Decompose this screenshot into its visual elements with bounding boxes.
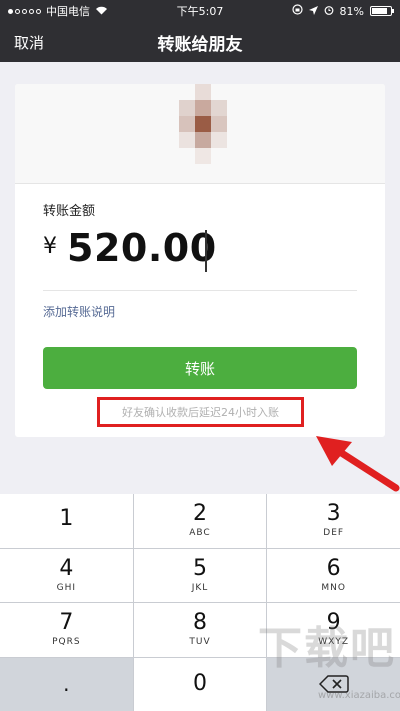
key-0[interactable]: 0 bbox=[133, 657, 267, 711]
highlight-box: 好友确认收款后延迟24小时入账 bbox=[97, 397, 304, 427]
watermark-logo: 下载吧 bbox=[258, 623, 396, 674]
key-1[interactable]: 1 bbox=[0, 494, 133, 548]
currency-symbol: ¥ bbox=[43, 234, 57, 259]
signal-icon bbox=[8, 8, 41, 14]
key-2[interactable]: 2 ABC bbox=[133, 494, 267, 548]
key-4[interactable]: 4 GHI bbox=[0, 548, 133, 602]
number-keypad: 1 2 ABC 3 DEF 4 GHI 5 JKL 6 MNO 7 PQRS 8 TUV 9W… bbox=[0, 494, 400, 711]
amount-input[interactable]: 520.00 bbox=[67, 226, 217, 270]
divider bbox=[43, 290, 357, 291]
key-8[interactable]: 8 TUV bbox=[133, 603, 267, 657]
recipient-header bbox=[15, 84, 385, 184]
lock-rotation-icon bbox=[291, 4, 303, 18]
battery-icon bbox=[370, 6, 394, 16]
key-dot[interactable]: . bbox=[0, 657, 133, 711]
page-title: 转账给朋友 bbox=[157, 34, 243, 55]
avatar bbox=[163, 84, 243, 164]
location-icon bbox=[308, 5, 318, 18]
amount-label: 转账金额 bbox=[43, 204, 96, 219]
wifi-icon bbox=[95, 5, 108, 18]
watermark-url: www.xiazaiba.com bbox=[318, 690, 400, 701]
alarm-icon bbox=[324, 5, 334, 18]
red-arrow-icon bbox=[316, 436, 400, 492]
key-5[interactable]: 5 JKL bbox=[133, 548, 267, 602]
text-cursor bbox=[205, 230, 207, 272]
cancel-button[interactable]: 取消 bbox=[14, 32, 44, 53]
status-bar: 中国电信 下午5:07 81% bbox=[0, 0, 400, 22]
add-note-link[interactable]: 添加转账说明 bbox=[43, 303, 115, 320]
clock: 下午5:07 bbox=[176, 5, 224, 18]
key-6[interactable]: 6 MNO bbox=[267, 548, 400, 602]
delay-hint: 好友确认收款后延迟24小时入账 bbox=[122, 406, 279, 419]
key-7[interactable]: 7 PQRS bbox=[0, 603, 133, 657]
key-3[interactable]: 3 DEF bbox=[267, 494, 400, 548]
nav-bar: 取消 转账给朋友 bbox=[0, 22, 400, 62]
transfer-button[interactable]: 转账 bbox=[43, 347, 357, 389]
carrier-name: 中国电信 bbox=[46, 5, 90, 18]
battery-percent: 81% bbox=[339, 4, 364, 18]
transfer-card: 转账金额 ¥ 520.00 添加转账说明 转账 好友确认收款后延迟24小时入账 bbox=[15, 84, 385, 437]
